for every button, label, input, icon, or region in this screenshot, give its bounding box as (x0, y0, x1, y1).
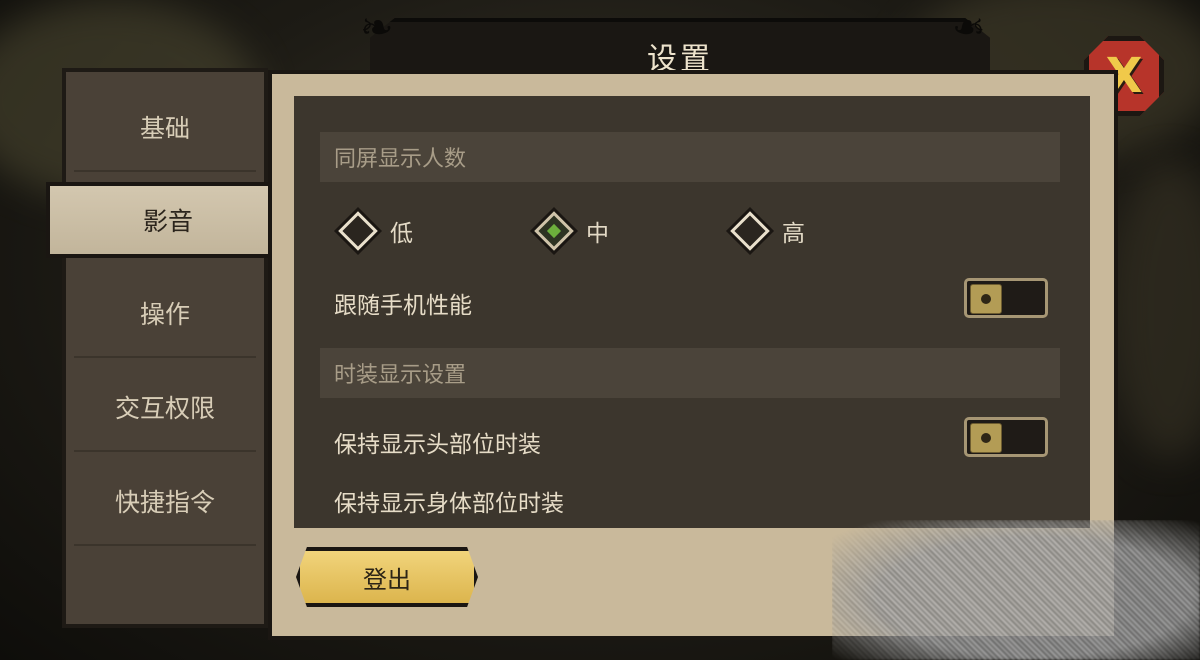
toggle-knob-icon (970, 284, 1002, 314)
sidebar-item-label: 基础 (139, 114, 190, 143)
sidebar-item-audio-video[interactable]: 影音 (46, 182, 290, 258)
section-header-screen-players: 同屏显示人数 (320, 132, 1060, 182)
show-head-costume-label: 保持显示头部位时装 (334, 432, 541, 458)
obscured-watermark-area (832, 520, 1200, 660)
sidebar-item-label: 操作 (139, 300, 190, 329)
sidebar-item-quick-commands[interactable]: 快捷指令 (62, 456, 268, 546)
divider (74, 544, 256, 546)
background-scene (1110, 160, 1200, 460)
section-title: 时装显示设置 (334, 363, 467, 388)
follow-phone-performance-label: 跟随手机性能 (334, 293, 472, 319)
sidebar-item-basic[interactable]: 基础 (62, 82, 268, 172)
diamond-radio-icon (338, 211, 378, 251)
toggle-knob-icon (970, 423, 1002, 453)
divider (74, 450, 256, 452)
logout-button[interactable]: 登出 (296, 547, 478, 607)
divider (74, 356, 256, 358)
diamond-radio-checked-icon (534, 211, 574, 251)
sidebar-item-label: 交互权限 (114, 394, 215, 423)
show-body-costume-label: 保持显示身体部位时装 (334, 491, 564, 517)
logout-label: 登出 (363, 565, 411, 594)
radio-label: 中 (586, 221, 609, 247)
sidebar-item-label: 快捷指令 (114, 488, 215, 517)
section-header-costume-display: 时装显示设置 (320, 348, 1060, 398)
diamond-radio-icon (730, 211, 770, 251)
divider (74, 170, 256, 172)
sidebar-item-label: 影音 (142, 207, 193, 236)
section-title: 同屏显示人数 (334, 147, 467, 172)
radio-label: 高 (782, 221, 805, 247)
radio-label: 低 (390, 221, 413, 247)
sidebar-item-controls[interactable]: 操作 (62, 268, 268, 358)
radio-option-high[interactable]: 高 (730, 211, 805, 251)
radio-option-medium[interactable]: 中 (534, 211, 609, 251)
sidebar-item-interaction-permissions[interactable]: 交互权限 (62, 362, 268, 452)
follow-phone-performance-toggle[interactable] (964, 278, 1048, 318)
show-head-costume-toggle[interactable] (964, 417, 1048, 457)
radio-option-low[interactable]: 低 (338, 211, 413, 251)
